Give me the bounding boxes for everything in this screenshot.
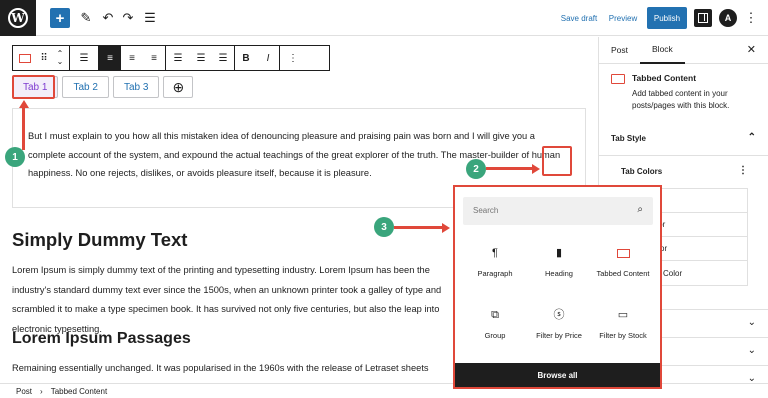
step-marker-2: 2 <box>466 159 486 179</box>
tab-colors-header: Tab Colors ⋮ <box>599 165 768 176</box>
inserter-item-tabbed-content[interactable]: Tabbed Content <box>591 249 655 279</box>
paragraph-lorem[interactable]: Lorem Ipsum is simply dummy text of the … <box>12 261 452 339</box>
inserter-item-label: Filter by Stock <box>599 331 647 340</box>
tab-post[interactable]: Post <box>599 37 640 64</box>
breadcrumb-post[interactable]: Post <box>16 387 32 396</box>
justify-end-icon[interactable]: ☰ <box>212 46 234 70</box>
search-placeholder: Search <box>473 206 499 215</box>
list-view-icon[interactable]: ☰ <box>142 8 158 28</box>
italic-icon[interactable]: I <box>257 46 279 70</box>
more-options-icon[interactable]: ⋮ <box>738 165 748 176</box>
inserter-item-group[interactable]: ⧉ Group <box>463 309 527 341</box>
top-toolbar: W + ✎ ↶ ↷ ☰ Save draft Preview Publish A… <box>0 0 768 36</box>
paragraph-icon: ¶ <box>492 247 498 259</box>
inserter-item-filter-price[interactable]: ⓢ Filter by Price <box>527 309 591 341</box>
chevron-down-icon: ⌄ <box>747 345 756 356</box>
arrow-head-icon <box>532 163 540 174</box>
search-icon: ⌕ <box>637 204 643 215</box>
tab-2[interactable]: Tab 2 <box>62 76 109 98</box>
panel-tab-style-title: Tab Style <box>611 134 646 143</box>
search-input[interactable]: Search ⌕ <box>463 197 653 225</box>
wordpress-logo-icon[interactable]: W <box>0 0 36 36</box>
tab-block[interactable]: Block <box>640 37 685 64</box>
block-options-icon[interactable]: ⋮ <box>280 46 306 70</box>
tab-colors-title: Tab Colors <box>621 167 663 176</box>
stock-filter-icon: ▭ <box>617 309 629 321</box>
group-icon: ⧉ <box>491 309 499 321</box>
align-center-icon[interactable]: ≡ <box>121 46 143 70</box>
pencil-icon[interactable]: ✎ <box>78 8 94 28</box>
preview-button[interactable]: Preview <box>607 8 639 28</box>
block-card-description: Add tabbed content in your posts/pages w… <box>632 89 730 110</box>
tabbed-block-icon[interactable] <box>13 46 37 70</box>
move-up-down-icon[interactable]: ⌃ ⌄ <box>51 46 69 70</box>
chevron-down-icon: ⌄ <box>747 317 756 328</box>
annotation-arrow <box>394 226 442 229</box>
panel-tab-style[interactable]: Tab Style ⌃ <box>599 132 768 143</box>
publish-button[interactable]: Publish <box>647 7 687 29</box>
breadcrumb-separator: › <box>40 386 43 396</box>
heading-lorem-passages[interactable]: Lorem Ipsum Passages <box>12 330 191 348</box>
justify-center-icon[interactable]: ☰ <box>190 46 212 70</box>
inserter-item-label: Filter by Price <box>536 331 582 340</box>
inserter-item-label: Heading <box>545 269 573 278</box>
more-options-icon[interactable]: ⋮ <box>745 8 758 28</box>
tab-3[interactable]: Tab 3 <box>112 76 160 98</box>
step-marker-1: 1 <box>5 147 25 167</box>
annotation-arrow <box>486 167 532 170</box>
step-marker-3: 3 <box>374 217 394 237</box>
arrow-head-icon <box>18 100 29 108</box>
bookmark-icon: ▮ <box>555 247 563 259</box>
block-toolbar: ⠿ ⌃ ⌄ ☰ ≡ ≡ ≡ ☰ ☰ ☰ B I ⋮ <box>12 45 330 71</box>
inserter-item-filter-stock[interactable]: ▭ Filter by Stock <box>591 309 655 341</box>
align-wide-icon[interactable]: ☰ <box>70 46 98 70</box>
add-block-button[interactable]: + <box>50 8 70 28</box>
block-inserter-popover: Search ⌕ ¶ Paragraph ▮ Heading Tabbed Co… <box>453 185 662 389</box>
drag-handle-icon[interactable]: ⠿ <box>37 46 51 70</box>
inserter-item-label: Group <box>484 331 506 340</box>
inserter-item-label: Tabbed Content <box>596 269 650 278</box>
paragraph-remaining[interactable]: Remaining essentially unchanged. It was … <box>12 359 452 379</box>
annotation-arrow <box>22 106 25 150</box>
inserter-item-heading[interactable]: ▮ Heading <box>527 247 591 279</box>
add-tab-button[interactable]: ⊕ <box>163 76 194 98</box>
tabbed-content-icon <box>611 74 625 84</box>
highlight-inserter-plus <box>542 146 572 176</box>
breadcrumb-tabbed-content[interactable]: Tabbed Content <box>51 387 108 396</box>
block-card-title: Tabbed Content <box>632 73 697 83</box>
save-draft-button[interactable]: Save draft <box>558 8 600 28</box>
close-icon[interactable]: ✕ <box>747 43 756 56</box>
justify-start-icon[interactable]: ☰ <box>166 46 190 70</box>
align-left-icon[interactable]: ≡ <box>99 46 121 70</box>
browse-all-button[interactable]: Browse all <box>455 363 660 387</box>
redo-icon[interactable]: ↷ <box>120 8 136 28</box>
chevron-up-icon[interactable]: ⌃ <box>748 132 756 143</box>
sidebar-tabs: Post Block ✕ <box>599 37 768 64</box>
bold-icon[interactable]: B <box>235 46 257 70</box>
astra-icon[interactable]: A <box>719 9 737 27</box>
tabbed-content-icon <box>591 249 655 269</box>
settings-icon[interactable] <box>694 9 712 27</box>
heading-simply-dummy[interactable]: Simply Dummy Text <box>12 229 187 251</box>
price-filter-icon: ⓢ <box>553 309 565 321</box>
arrow-head-icon <box>442 222 450 233</box>
tab-content-paragraph[interactable]: But I must explain to you how all this m… <box>28 127 568 183</box>
inserter-item-label: Paragraph <box>477 269 513 278</box>
inserter-item-paragraph[interactable]: ¶ Paragraph <box>463 247 527 279</box>
highlight-tab-1 <box>12 75 55 99</box>
undo-icon[interactable]: ↶ <box>100 8 116 28</box>
align-right-icon[interactable]: ≡ <box>143 46 165 70</box>
